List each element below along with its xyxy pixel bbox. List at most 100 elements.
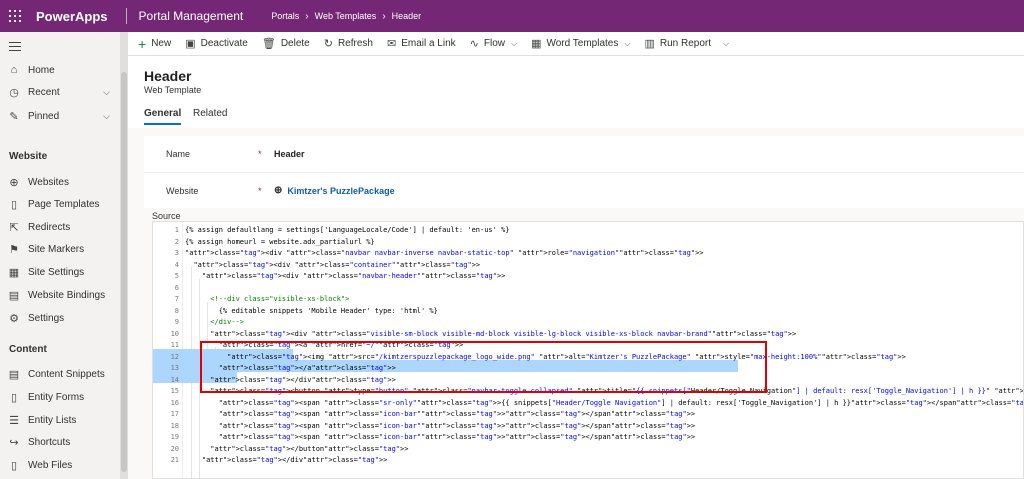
- command-label: Deactivate: [200, 38, 248, 49]
- nav-item-site-settings[interactable]: ▦ Site Settings: [0, 261, 120, 283]
- code-text: "attr">class="tag"><span "attr">class="i…: [218, 433, 696, 441]
- app-name[interactable]: PowerApps: [36, 9, 108, 24]
- line-number: 2: [174, 237, 179, 246]
- nav-item-page-templates[interactable]: ▯ Page Templates: [0, 193, 120, 215]
- nav-item-label: Shortcuts: [28, 436, 71, 448]
- run-report-button[interactable]: ▥ Run Report ⌵: [644, 32, 729, 56]
- line-number: 19: [170, 433, 179, 441]
- snippet-icon: ▤: [8, 368, 20, 381]
- code-text: {% assign defaultlang = settings['Langua…: [185, 226, 510, 234]
- nav-item-website-bindings[interactable]: ▤ Website Bindings: [0, 284, 120, 306]
- chevron-down-icon[interactable]: ⌵: [103, 87, 110, 98]
- breadcrumb-portals[interactable]: Portals: [271, 11, 299, 21]
- website-lookup-link[interactable]: ⊕ Kimtzer's PuzzlePackage: [274, 185, 395, 196]
- code-text: </div-->: [185, 318, 245, 326]
- code-text: <!--div class="visible-xs-block">: [185, 295, 350, 303]
- new-button[interactable]: + New: [138, 32, 171, 56]
- chevron-down-icon: ⌵: [624, 38, 631, 48]
- redirect-icon: ⇱: [9, 221, 19, 234]
- nav-item-content-snippets[interactable]: ▤ Content Snippets: [0, 363, 120, 385]
- source-label: Source: [152, 211, 181, 221]
- code-text: "attr">class="tag"><div "attr">class="na…: [201, 272, 506, 280]
- app-launcher-icon[interactable]: [0, 0, 30, 32]
- chevron-down-icon: ⌵: [723, 38, 730, 48]
- code-line: 3 "attr">class="tag"><div "attr">class="n…: [153, 248, 1023, 260]
- nav-scrollbar[interactable]: [120, 32, 128, 479]
- globe-icon: ⊕: [274, 185, 283, 196]
- scrollbar-thumb[interactable]: [121, 72, 127, 472]
- field-website: Website * ⊕ Kimtzer's PuzzlePackage: [144, 172, 1024, 208]
- refresh-icon: ↻: [323, 38, 333, 50]
- tab-related[interactable]: Related: [193, 108, 227, 123]
- binding-icon: ▤: [8, 289, 20, 302]
- refresh-button[interactable]: ↻ Refresh: [324, 32, 373, 56]
- breadcrumb-web-templates[interactable]: Web Templates: [315, 11, 377, 21]
- word-templates-button[interactable]: ▦ Word Templates ⌵: [531, 32, 630, 56]
- nav-item-home[interactable]: ⌂ Home: [0, 59, 120, 81]
- divider: [125, 8, 127, 24]
- line-number: 18: [170, 421, 179, 430]
- nav-item-recent[interactable]: ◷ Recent ⌵: [0, 81, 120, 103]
- breadcrumb-header[interactable]: Header: [392, 11, 422, 21]
- nav-item-label: Redirects: [28, 221, 71, 233]
- email-link-button[interactable]: ✉ Email a Link: [387, 32, 456, 56]
- field-label: Website: [166, 185, 199, 196]
- required-indicator: *: [258, 185, 262, 196]
- line-number: 13: [170, 364, 179, 372]
- chevron-down-icon[interactable]: ⌵: [103, 111, 110, 122]
- delete-button[interactable]: 🗑 Delete: [262, 32, 310, 56]
- line-number: 5: [174, 272, 179, 280]
- command-label: Flow: [483, 38, 505, 49]
- line-number: 16: [170, 398, 179, 407]
- line-number: 21: [170, 456, 179, 464]
- nav-item-websites[interactable]: ⊕ Websites: [0, 171, 120, 193]
- report-icon: ▥: [644, 38, 655, 50]
- nav-item-label: Home: [28, 64, 55, 76]
- nav-item-label: Entity Lists: [28, 414, 77, 426]
- top-bar: PowerApps Portal Management Portals › We…: [0, 0, 1024, 32]
- command-label: Delete: [280, 38, 310, 49]
- nav-item-entity-lists[interactable]: ☰ Entity Lists: [0, 409, 120, 431]
- nav-item-label: Site Markers: [28, 243, 85, 255]
- trash-icon: 🗑: [261, 38, 276, 50]
- nav-section-website: Website: [9, 151, 48, 162]
- code-text: "attr">class="tag"><div "attr">class="co…: [193, 260, 481, 269]
- line-number: 1: [174, 226, 179, 234]
- nav-item-settings[interactable]: ⚙ Settings: [0, 307, 120, 329]
- home-icon: ⌂: [10, 64, 18, 76]
- shortcut-icon: ↪: [9, 436, 19, 449]
- code-line: 2 {% assign homeurl = website.adx_partial…: [153, 237, 1023, 249]
- code-line: 10 "attr">class="tag"><div "attr">class=…: [153, 329, 1023, 341]
- code-text: {% editable snippets 'Mobile Header' typ…: [185, 306, 438, 315]
- gear-icon: ⚙: [9, 312, 19, 325]
- hamburger-menu-icon[interactable]: [9, 42, 21, 51]
- flow-button[interactable]: ∿ Flow ⌵: [470, 32, 517, 56]
- code-text: "attr">class="tag"><span "attr">class="i…: [218, 421, 696, 430]
- command-bar: + New ▣ Deactivate 🗑 Delete ↻ Refresh ✉ …: [128, 32, 1024, 56]
- nav-item-label: Site Settings: [28, 266, 85, 278]
- nav-item-redirects[interactable]: ⇱ Redirects: [0, 216, 120, 238]
- page-icon: ▯: [10, 198, 18, 211]
- breadcrumb: Portals › Web Templates › Header: [271, 11, 421, 22]
- nav-item-web-files[interactable]: ▯ Web Files: [0, 454, 120, 476]
- nav-item-label: Website Bindings: [28, 289, 106, 301]
- record-title: Header: [144, 68, 192, 84]
- code-line: 9 </div-->: [153, 317, 1023, 329]
- deactivate-button[interactable]: ▣ Deactivate: [185, 32, 248, 56]
- email-icon: ✉: [386, 38, 397, 50]
- tab-general[interactable]: General: [144, 108, 182, 125]
- chevron-down-icon: ⌵: [511, 38, 518, 48]
- code-line: 5 "attr">class="tag"><div "attr">class="…: [153, 271, 1023, 283]
- required-indicator: *: [258, 149, 262, 159]
- nav-item-site-markers[interactable]: ⚑ Site Markers: [0, 238, 120, 260]
- environment-name[interactable]: Portal Management: [139, 9, 244, 23]
- nav-item-label: Recent: [28, 86, 60, 98]
- code-line: 17 "attr">class="tag"><span "attr">class…: [153, 409, 1023, 421]
- nav-item-label: Pinned: [28, 110, 60, 122]
- nav-item-entity-forms[interactable]: ▯ Entity Forms: [0, 386, 120, 408]
- line-number: 9: [174, 318, 179, 326]
- name-field[interactable]: Header: [274, 149, 305, 159]
- line-number: 4: [174, 260, 179, 269]
- nav-item-pinned[interactable]: ✎ Pinned ⌵: [0, 105, 120, 127]
- nav-item-shortcuts[interactable]: ↪ Shortcuts: [0, 431, 120, 453]
